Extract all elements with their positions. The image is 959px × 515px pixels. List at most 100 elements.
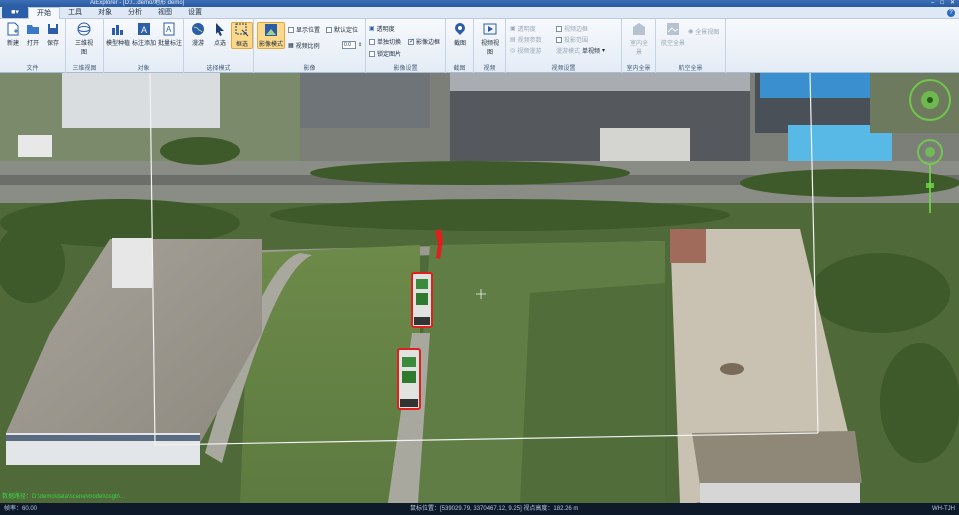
default-locate-checkbox[interactable] [326,26,332,33]
aerial-panorama-button[interactable]: 航空全景 [660,22,686,47]
default-locate-option[interactable]: 默认定位 [326,25,358,34]
video-ratio-option: ▦ 视频比例 [288,43,320,50]
stepper-icon[interactable]: ⇕ [358,42,362,48]
group-image-settings-label: 影像设置 [393,66,418,72]
group-capture: 截图 截图 [446,19,474,73]
close-icon[interactable]: ✕ [950,0,955,7]
group-scene-label: 三维视图 [72,66,97,72]
window-title: AiExplorer - [D:/...demo/地形 demo] [90,0,185,6]
add-label-button[interactable]: A 标注添加 [132,22,156,47]
save-button[interactable]: 保存 [42,22,64,47]
aerial-panorama-icon [667,23,679,35]
film-icon [483,23,497,35]
image-border-option[interactable]: 影像边框 [408,37,440,46]
group-object: 模型种植 A 标注添加 A 批量标注 对象 [104,19,184,73]
lock-image-option[interactable]: 锁定图片 [369,49,401,58]
tab-object[interactable]: 对象 [90,7,120,19]
cursor-icon [216,23,224,36]
indoor-panorama-button[interactable]: 室内全景 [628,22,650,56]
tab-settings[interactable]: 设置 [180,7,210,19]
group-video-label: 视频 [483,66,496,72]
svg-text:A: A [141,25,147,35]
chevron-down-icon[interactable]: ▾ [602,47,605,54]
transparency-icon: ▣ [369,26,375,32]
roam-button[interactable]: 漫游 [187,22,209,47]
bar-model-icon [112,25,123,35]
lock-image-checkbox[interactable] [369,50,375,57]
3d-view-button[interactable]: 三维视图 [73,22,95,56]
group-select-label: 选择模式 [206,66,231,72]
projection-range-option[interactable]: 投影范围 [556,35,588,44]
image-border-checkbox[interactable] [408,37,415,45]
save-icon [48,24,58,34]
ratio-stepper[interactable]: 0.0 ⇕ [342,41,362,49]
globe-3d-icon [77,22,91,36]
frame-rate: 帧率：60.00 [4,506,38,512]
video-view-button[interactable]: 视频视图 [479,22,501,56]
image-mode-icon [265,24,277,36]
point-select-button[interactable]: 点选 [209,22,231,47]
group-file-label: 文件 [26,66,39,72]
group-indoor: 室内全景 室内全景 [622,19,656,73]
show-position-option[interactable]: 显示位置 [288,25,320,34]
panorama-view-option[interactable]: ◉ 全景视图 [688,27,719,36]
video-roam-icon: ◎ [510,48,516,54]
bus-bottom [397,348,421,410]
svg-text:A: A [166,25,172,34]
video-border-option[interactable]: 视频边框 [556,24,588,33]
app-menu-button[interactable]: ■▾ [2,7,28,18]
minimize-icon[interactable]: – [931,0,934,7]
capture-button[interactable]: 截图 [449,22,471,47]
status-bar: 帧率：60.00 鼠标位置：[539029.79, 3370467.12, 9.… [0,503,959,515]
group-aerial: 航空全景 ◉ 全景视图 航空全景 [656,19,726,73]
window-controls: – □ ✕ [931,0,955,7]
batch-label-button[interactable]: A 批量标注 [158,22,182,47]
group-file: 新建 打开 保存 文件 [0,19,66,73]
panorama-view-icon: ◉ [688,29,694,35]
image-mode-button[interactable]: 影像模式 [257,22,285,49]
single-switch-option[interactable]: 单独切换 [369,37,401,46]
folder-icon [27,25,39,34]
batch-label-icon: A [163,22,175,36]
group-select: 漫游 点选 框选 选择模式 [184,19,254,73]
video-params-icon: ▤ [510,37,516,43]
tab-view[interactable]: 视图 [150,7,180,19]
box-select-button[interactable]: 框选 [231,22,253,49]
video-transparency-icon: ▣ [510,26,516,32]
show-position-checkbox[interactable] [288,26,294,33]
roam-mode-select[interactable]: 漫游模式 单视频 ▾ [556,46,605,55]
video-border-checkbox[interactable] [556,25,562,32]
maximize-icon[interactable]: □ [940,0,944,7]
3d-viewport[interactable] [0,73,959,503]
projection-range-checkbox[interactable] [556,36,562,43]
group-indoor-label: 室内全景 [626,66,651,72]
tab-start[interactable]: 开始 [28,6,60,19]
video-transparency-option[interactable]: ▣ 透明度 [510,24,536,33]
mouse-coords: 鼠标位置：[539029.79, 3370467.12, 9.25] 视点高度：… [410,506,579,512]
new-file-icon [7,22,19,36]
transparency-option[interactable]: ▣ 透明度 [369,24,395,33]
data-path-overlay: 数据路径：D:\demo\data\scene\model\osgb\... [2,494,126,500]
help-icon[interactable]: ? [947,9,955,17]
tab-tools[interactable]: 工具 [60,7,90,19]
building-top-left [62,73,220,128]
group-object-label: 对象 [137,66,150,72]
ratio-icon: ▦ [288,43,294,49]
new-button[interactable]: 新建 [2,22,24,47]
group-scene: 三维视图 三维视图 [66,19,104,73]
app-window: AiExplorer - [D:/...demo/地形 demo] – □ ✕ … [0,0,959,515]
video-roam-option[interactable]: ◎ 视频漫游 [510,46,541,55]
group-image: 影像模式 显示位置 默认定位 ▦ 视频比例 0.0 ⇕ 影像 [254,19,366,73]
scene-render[interactable] [0,73,959,503]
indoor-panorama-icon [633,23,645,35]
globe-icon [192,23,204,35]
group-aerial-label: 航空全景 [678,66,703,72]
camera-pin-icon [455,23,465,35]
bus-top [411,272,433,328]
single-switch-checkbox[interactable] [369,38,375,45]
tab-analysis[interactable]: 分析 [120,7,150,19]
open-button[interactable]: 打开 [22,22,44,47]
ratio-input[interactable]: 0.0 [342,41,356,49]
video-params-option[interactable]: ▤ 视频参数 [510,35,542,44]
model-plant-button[interactable]: 模型种植 [106,22,130,47]
